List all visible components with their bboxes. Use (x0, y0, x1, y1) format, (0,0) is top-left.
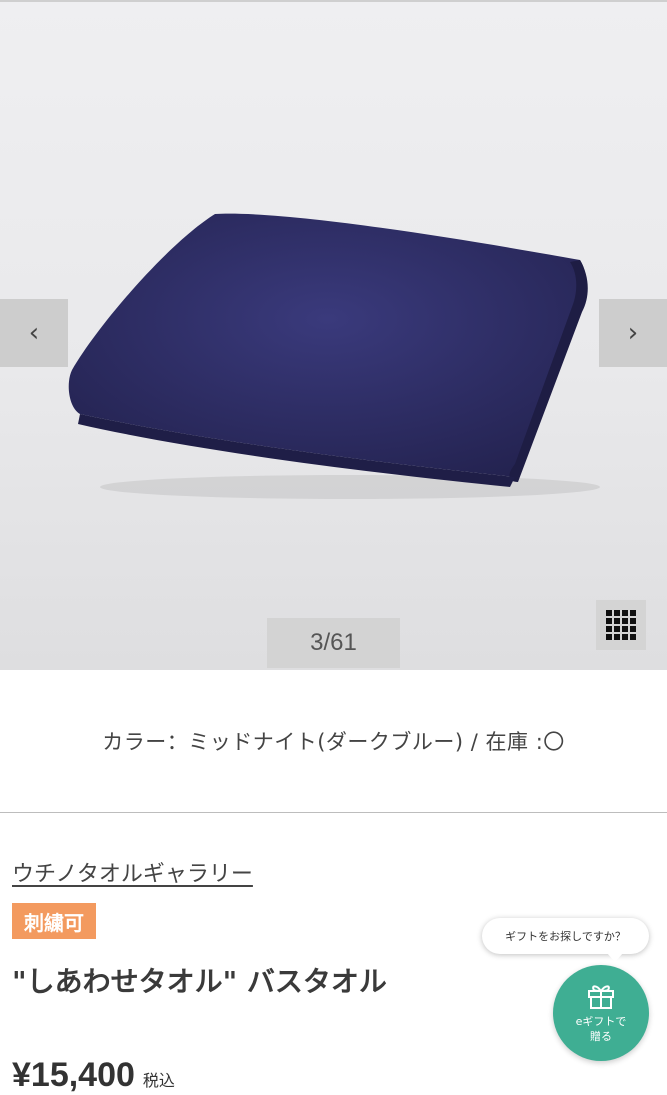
gift-icon (588, 985, 614, 1009)
gift-prompt-text: ギフトをお探しですか？ (505, 930, 626, 943)
bubble-tail (607, 953, 623, 962)
tax-label: 税込 (142, 1071, 175, 1090)
brand-link[interactable]: ウチノタオルギャラリー (12, 856, 253, 888)
next-image-button[interactable]: › (599, 299, 667, 367)
grid-view-button[interactable] (596, 600, 646, 650)
product-image-towel (68, 213, 600, 499)
embroidery-badge: 刺繍可 (12, 903, 96, 939)
egift-label: eギフトで 贈る (575, 1015, 627, 1043)
color-stock-line: カラー：ミッドナイト(ダークブルー) / 在庫 :〇 (102, 730, 565, 754)
grid-icon (606, 610, 636, 640)
egift-button[interactable]: eギフトで 贈る (553, 965, 649, 1061)
image-counter: 3/61 (267, 618, 400, 668)
product-price: ¥15,400 税込 (12, 1056, 175, 1095)
gift-prompt-bubble[interactable]: ギフトをお探しですか？ (482, 918, 649, 962)
divider (0, 812, 667, 813)
product-title: "しあわせタオル" バスタオル (12, 965, 387, 998)
chevron-right-icon: › (627, 318, 639, 348)
price-value: ¥15,400 (12, 1056, 135, 1094)
product-image-gallery[interactable]: ‹ › (0, 2, 667, 670)
chevron-left-icon: ‹ (28, 318, 40, 348)
prev-image-button[interactable]: ‹ (0, 299, 68, 367)
